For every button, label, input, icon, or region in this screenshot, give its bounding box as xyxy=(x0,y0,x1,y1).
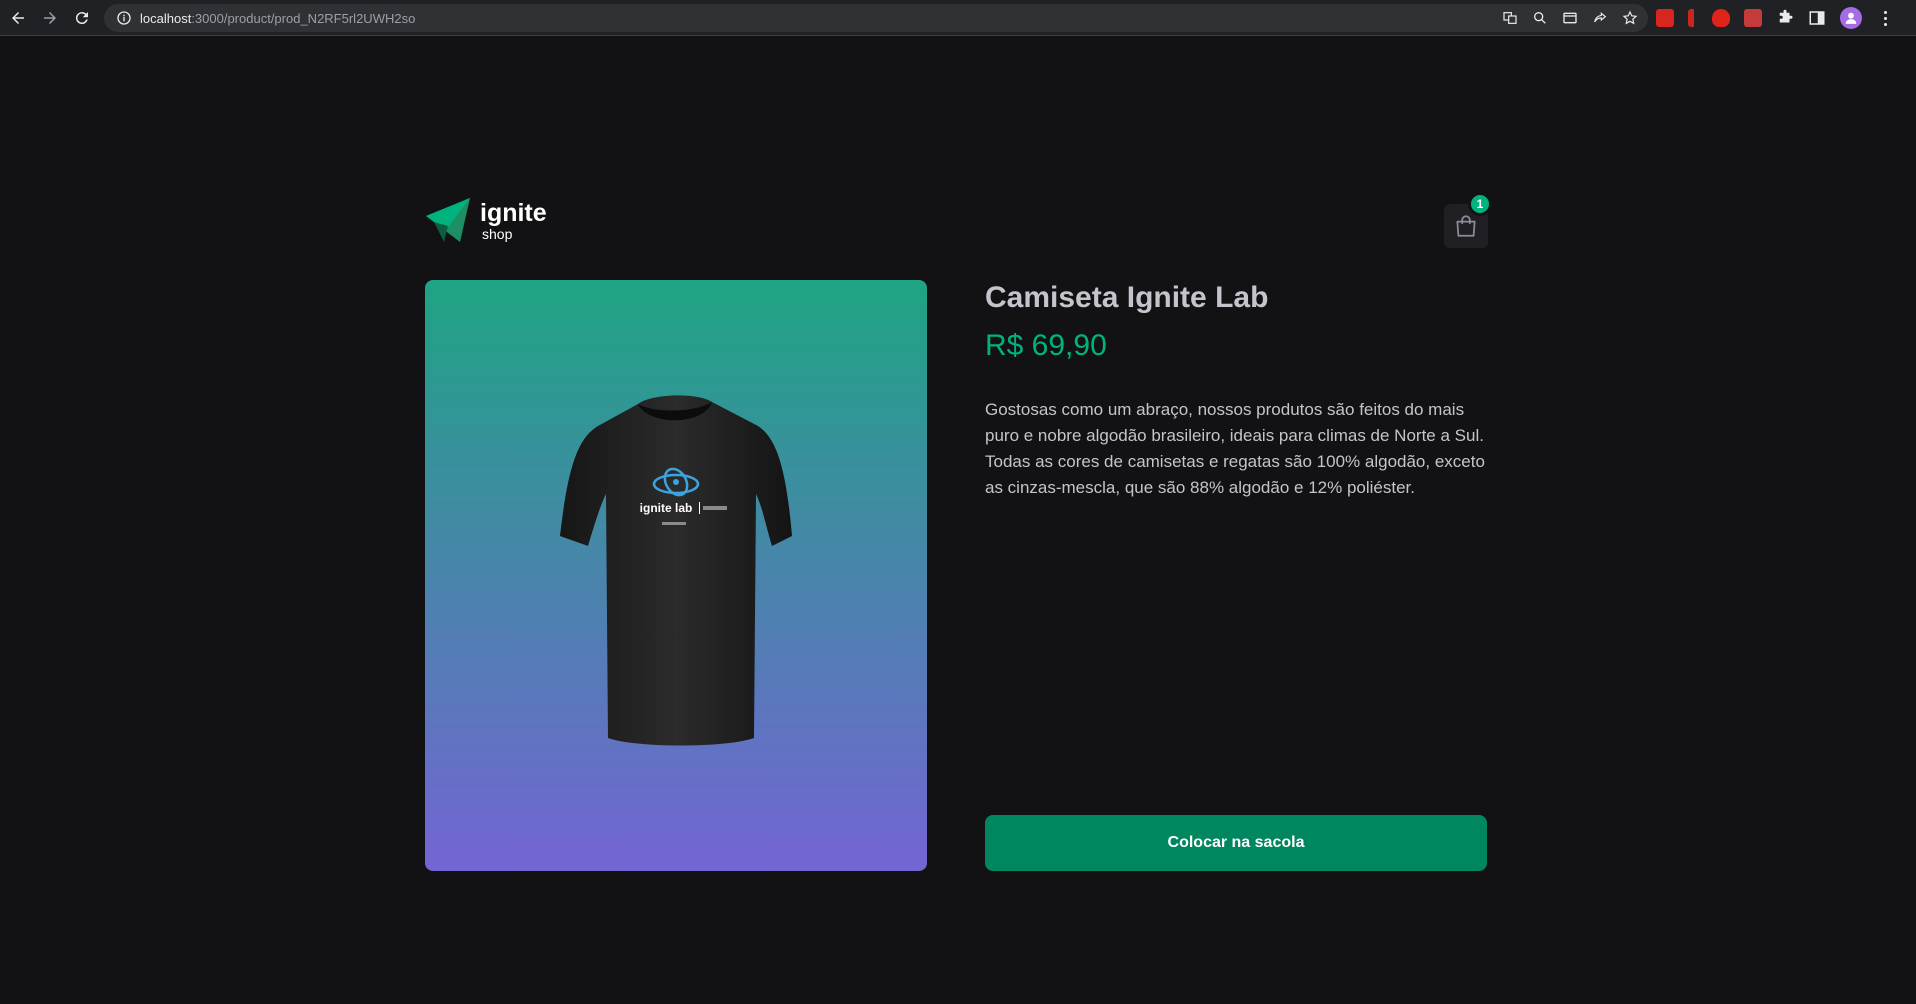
product-image: ignite lab xyxy=(425,280,927,871)
product-price: R$ 69,90 xyxy=(985,329,1107,362)
forward-button[interactable] xyxy=(36,4,64,32)
bookmark-star-icon[interactable] xyxy=(1622,10,1638,26)
shirt-print-text: ignite lab xyxy=(640,501,693,515)
user-icon xyxy=(1845,12,1857,24)
logo-sub-text: shop xyxy=(482,226,513,242)
share-icon[interactable] xyxy=(1592,10,1608,26)
arrow-left-icon xyxy=(12,11,24,24)
site-info-icon[interactable] xyxy=(116,10,132,26)
shield-extension-icon[interactable] xyxy=(1712,9,1730,27)
pdf-extension-icon[interactable] xyxy=(1656,9,1674,27)
cart-count-badge: 1 xyxy=(1468,192,1492,216)
gift-extension-icon[interactable] xyxy=(1744,9,1762,27)
address-bar[interactable]: localhost:3000/product/prod_N2RF5rl2UWH2… xyxy=(104,4,1648,32)
zoom-icon[interactable] xyxy=(1532,10,1548,26)
reload-button[interactable] xyxy=(68,4,96,32)
tshirt-image: ignite lab xyxy=(560,394,792,745)
product-description: Gostosas como um abraço, nossos produtos… xyxy=(985,400,1485,497)
logo-main-text: ignite xyxy=(480,199,547,227)
side-panel-icon[interactable] xyxy=(1808,9,1826,27)
reload-icon xyxy=(75,11,88,24)
ignite-logo-icon xyxy=(426,198,470,242)
arrow-right-icon xyxy=(44,11,56,24)
translate-icon[interactable] xyxy=(1502,10,1518,26)
product-title: Camiseta Ignite Lab xyxy=(985,281,1269,314)
back-button[interactable] xyxy=(4,4,32,32)
install-app-icon[interactable] xyxy=(1562,10,1578,26)
site-logo[interactable]: ignite shop xyxy=(424,196,547,246)
shopping-bag-icon xyxy=(1456,215,1476,237)
browser-toolbar: localhost:3000/product/prod_N2RF5rl2UWH2… xyxy=(0,0,1916,36)
url-host: localhost xyxy=(140,10,192,26)
browser-menu-button[interactable] xyxy=(1876,9,1894,27)
profile-avatar[interactable] xyxy=(1840,7,1862,29)
url-text[interactable]: localhost:3000/product/prod_N2RF5rl2UWH2… xyxy=(140,11,415,26)
feather-extension-icon[interactable] xyxy=(1688,9,1698,27)
url-path: :3000/product/prod_N2RF5rl2UWH2so xyxy=(191,10,416,26)
add-to-bag-button[interactable]: Colocar na sacola xyxy=(985,815,1487,871)
extensions-puzzle-icon[interactable] xyxy=(1776,9,1794,27)
